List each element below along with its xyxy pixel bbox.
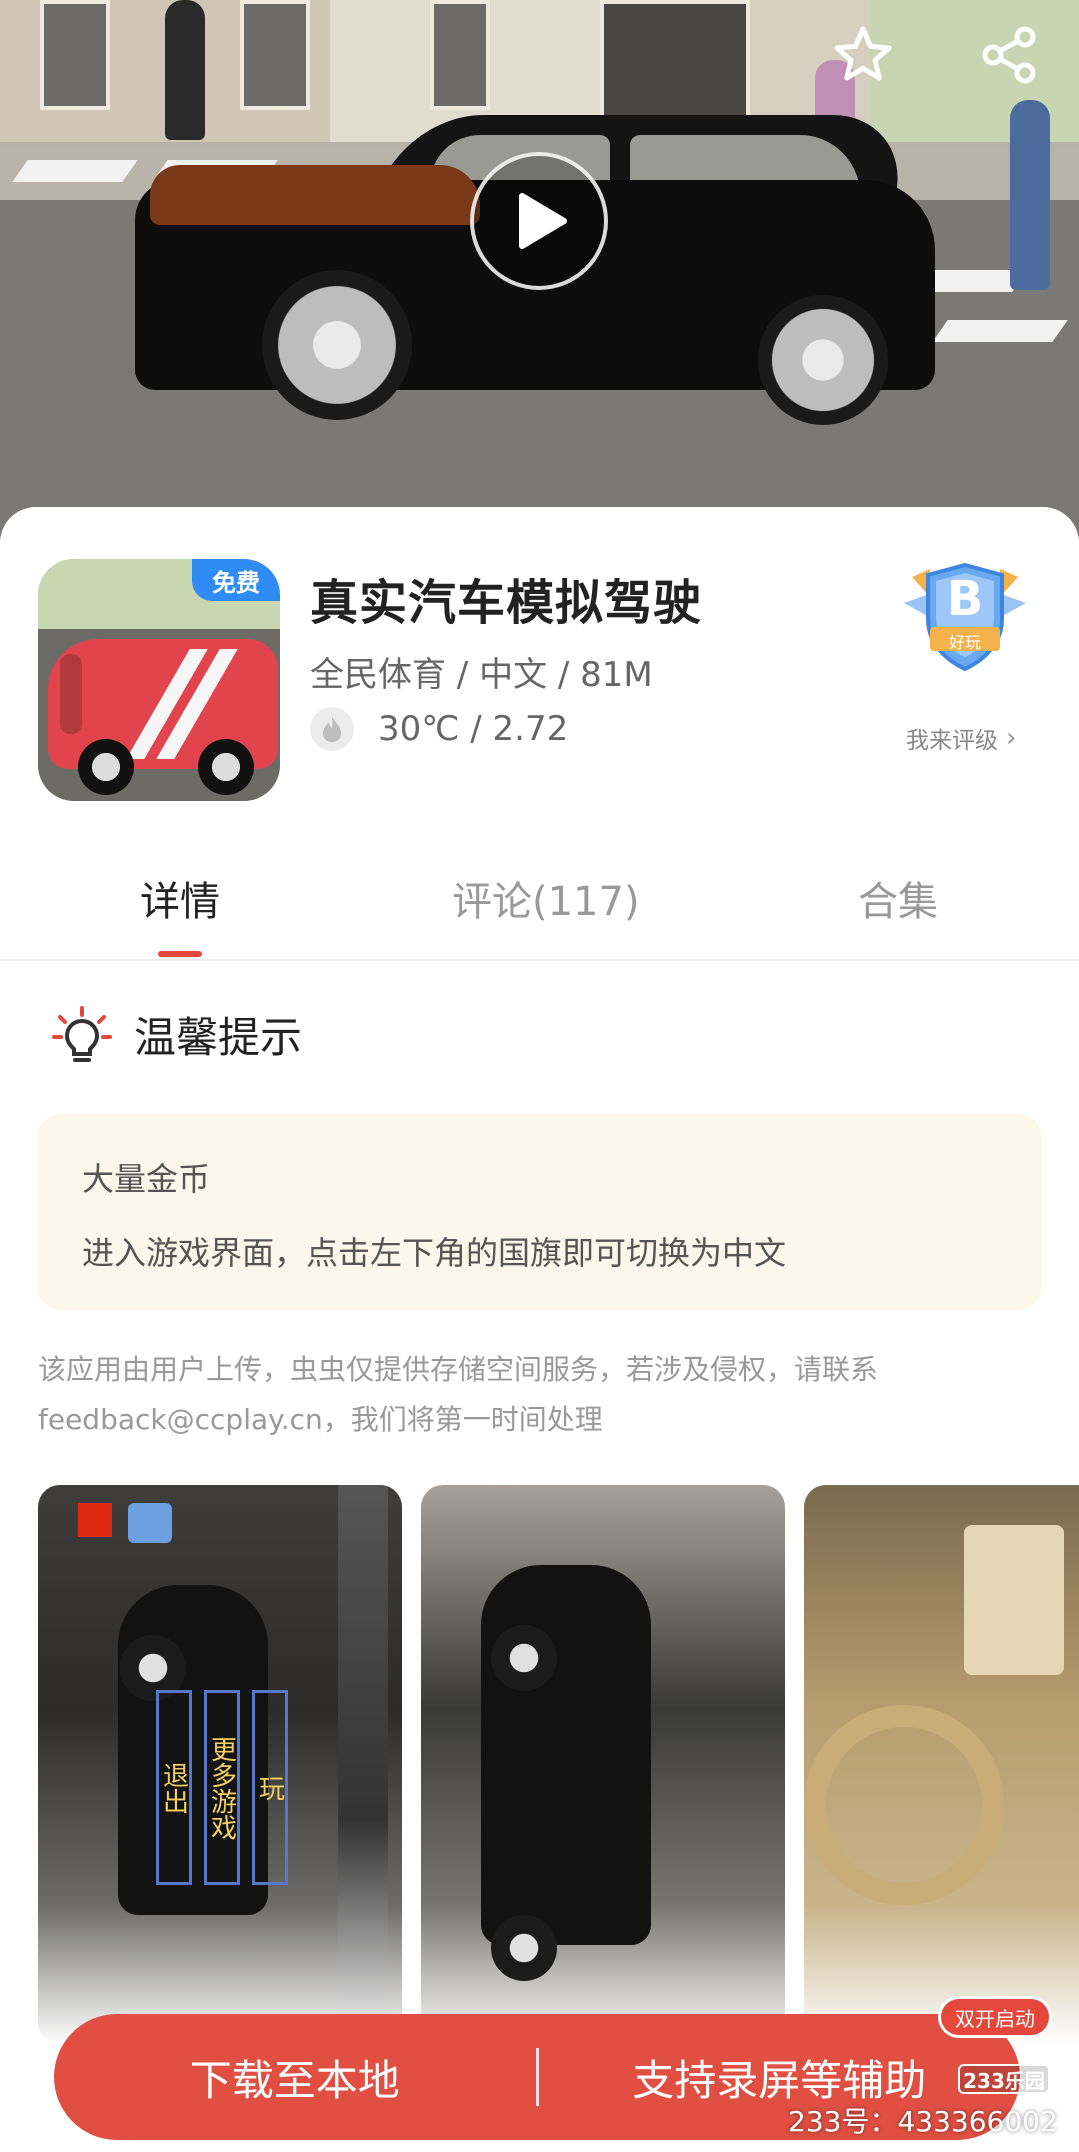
share-icon — [982, 26, 1036, 84]
star-outline-icon — [834, 26, 892, 81]
thumbs-up-icon — [128, 1503, 172, 1543]
icon-person — [60, 654, 82, 734]
screenshot-thumbnail[interactable]: 退出 更多游戏 玩 — [38, 1485, 402, 2045]
app-title: 真实汽车模拟驾驶 — [310, 575, 703, 631]
copyright-disclaimer: 该应用由用户上传，虫虫仅提供存储空间服务，若涉及侵权，请联系 feedback@… — [38, 1345, 1041, 1445]
tips-line: 大量金币 — [82, 1160, 211, 1198]
screenshot-menu-button: 玩 — [252, 1690, 288, 1885]
favorite-button[interactable] — [828, 20, 898, 90]
china-flag-icon — [78, 1503, 112, 1537]
crosswalk-stripe — [12, 160, 138, 182]
screenshot-menu-button: 退出 — [156, 1690, 192, 1885]
detail-card: 免费 真实汽车模拟驾驶 全民体育 / 中文 / 81M 30℃ / 2.72 B… — [0, 507, 1079, 2152]
building-window — [40, 0, 110, 110]
disclaimer-line: feedback@ccplay.cn，我们将第一时间处理 — [38, 1403, 603, 1436]
rate-link-label: 我来评级 — [906, 728, 998, 754]
car-wheel — [758, 295, 888, 425]
assist-button[interactable]: 支持录屏等辅助 — [539, 2047, 1021, 2108]
crosswalk-stripe — [932, 320, 1068, 342]
tab-bar: 详情 评论(117) 合集 — [0, 825, 1079, 961]
share-button[interactable] — [974, 20, 1044, 90]
icon-wheel — [78, 739, 134, 795]
heat-row: 30℃ / 2.72 — [310, 707, 568, 751]
double-start-badge[interactable]: 双开启动 — [938, 1996, 1052, 2038]
disclaimer-line: 该应用由用户上传，虫虫仅提供存储空间服务，若涉及侵权，请联系 — [38, 1353, 879, 1386]
building-window — [430, 0, 490, 110]
car-hood — [150, 165, 480, 225]
screenshot-car — [118, 1585, 268, 1915]
app-meta: 全民体育 / 中文 / 81M — [310, 655, 653, 695]
watermark-logo: 233乐园 — [958, 2064, 1050, 2094]
app-icon: 免费 — [38, 559, 280, 801]
tips-header: 温馨提示 — [52, 1004, 302, 1065]
tab-collections[interactable]: 合集 — [858, 869, 938, 927]
heat-value: 30℃ / 2.72 — [378, 709, 569, 749]
screenshot-car — [481, 1565, 651, 1945]
tab-active-indicator — [158, 951, 202, 957]
flame-icon — [310, 707, 354, 751]
rating-grade: B — [946, 571, 984, 627]
screenshot-wheel — [491, 1625, 557, 1691]
rating-label: 好玩 — [948, 633, 981, 652]
building-window — [240, 0, 310, 110]
tab-details[interactable]: 详情 — [140, 869, 220, 927]
screenshot-thumbnail[interactable] — [421, 1485, 785, 2045]
chevron-right-icon: › — [1006, 723, 1017, 753]
screenshot-car-list — [338, 1485, 388, 2045]
screenshot-menu-button: 更多游戏 — [204, 1690, 240, 1885]
rating-badge: B 好玩 — [900, 557, 1030, 677]
pedestrian — [165, 0, 205, 140]
tips-title: 温馨提示 — [134, 1013, 303, 1062]
tab-comments[interactable]: 评论(117) — [452, 869, 640, 927]
video-preview[interactable] — [0, 0, 1079, 540]
tips-line: 进入游戏界面，点击左下角的国旗即可切换为中文 — [82, 1234, 787, 1272]
play-icon — [519, 193, 567, 249]
screenshot-thumbnail[interactable] — [804, 1485, 1079, 2045]
icon-wheel — [198, 739, 254, 795]
rate-link[interactable]: 我来评级 › — [906, 721, 1016, 755]
play-button[interactable] — [470, 152, 608, 290]
screenshot-window — [964, 1525, 1064, 1675]
shop-door — [600, 0, 750, 120]
pedestrian — [1010, 100, 1050, 290]
download-local-button[interactable]: 下载至本地 — [54, 2047, 536, 2108]
lightbulb-icon — [52, 1005, 112, 1062]
watermark-id: 233号：433366002 — [788, 2105, 1058, 2138]
steering-wheel — [804, 1705, 1004, 1905]
tips-box: 大量金币 进入游戏界面，点击左下角的国旗即可切换为中文 — [38, 1114, 1041, 1310]
car-wheel — [262, 270, 412, 420]
screenshot-wheel — [491, 1915, 557, 1981]
